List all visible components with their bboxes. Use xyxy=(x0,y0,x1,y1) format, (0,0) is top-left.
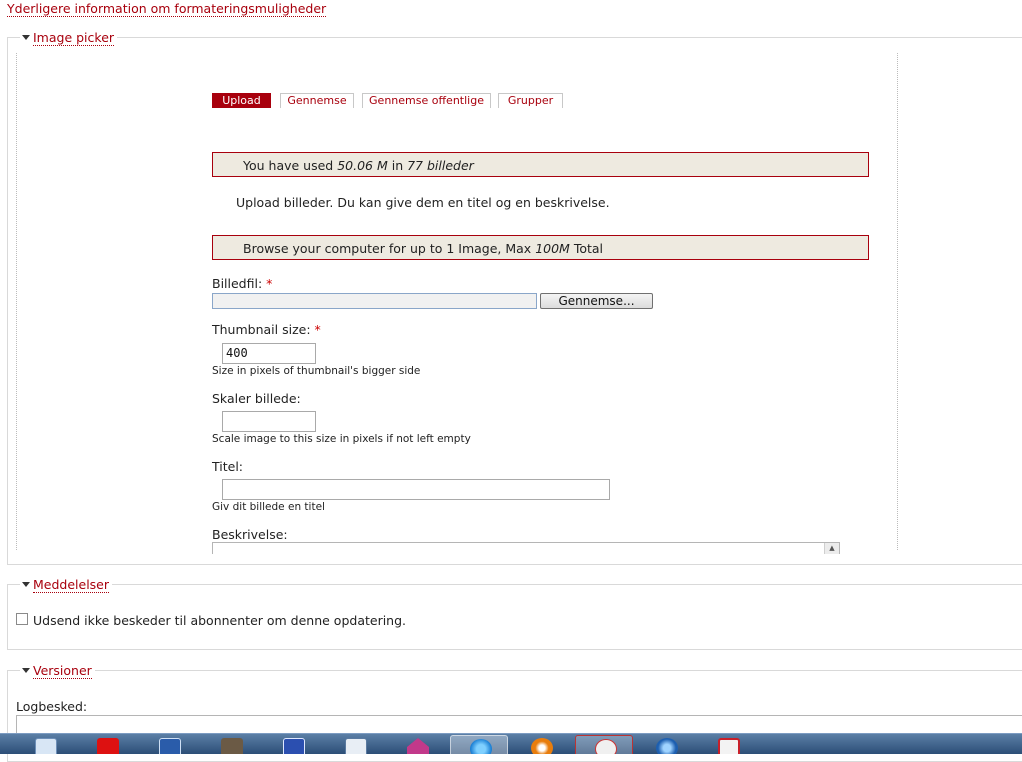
image-picker-legend-text[interactable]: Image picker xyxy=(33,30,115,46)
blender-icon xyxy=(531,738,553,754)
collapse-triangle-icon xyxy=(22,668,30,673)
scale-image-input[interactable] xyxy=(222,411,316,432)
scale-image-description: Scale image to this size in pixels if no… xyxy=(212,433,471,445)
taskbar-button-control-panel[interactable] xyxy=(264,735,322,754)
tab-gennemse-offentlige[interactable]: Gennemse offentlige xyxy=(362,93,491,108)
collapse-triangle-icon xyxy=(22,582,30,587)
paint-icon xyxy=(718,738,740,754)
taskbar-button-tools[interactable] xyxy=(575,735,633,754)
versioner-legend-text[interactable]: Versioner xyxy=(33,663,92,679)
no-notify-checkbox[interactable] xyxy=(16,613,28,625)
taskbar-button-paint[interactable] xyxy=(699,735,757,754)
description-label: Beskrivelse: xyxy=(212,527,288,542)
thumbnail-size-description: Size in pixels of thumbnail's bigger sid… xyxy=(212,365,421,377)
tab-grupper[interactable]: Grupper xyxy=(498,93,563,108)
meddelelser-legend-text[interactable]: Meddelelser xyxy=(33,577,110,593)
title-input[interactable] xyxy=(222,479,610,500)
scroll-up-arrow-icon[interactable]: ▲ xyxy=(824,543,839,554)
description-textarea[interactable]: ▲ xyxy=(212,542,840,554)
taskbar-button-td[interactable] xyxy=(78,735,136,754)
taskbar-button-internet-explorer[interactable] xyxy=(450,735,508,754)
taskbar-button-word[interactable] xyxy=(140,735,198,754)
thumbnail-size-input[interactable]: 400 xyxy=(222,343,316,364)
taskbar-button-network[interactable] xyxy=(326,735,384,754)
upload-intro-text: Upload billeder. Du kan give dem en tite… xyxy=(236,195,610,210)
outlook-icon xyxy=(35,738,57,754)
media-icon xyxy=(656,738,678,754)
word-icon xyxy=(159,738,181,754)
taskbar-button-media[interactable] xyxy=(637,735,695,754)
taskbar-button-outlook[interactable] xyxy=(16,735,74,754)
app-td-icon xyxy=(97,738,119,754)
scale-image-label: Skaler billede: xyxy=(212,391,301,406)
taskbar-button-house[interactable] xyxy=(388,735,446,754)
title-label: Titel: xyxy=(212,459,243,474)
tab-gennemse[interactable]: Gennemse xyxy=(280,93,354,108)
no-notify-checkbox-label[interactable]: Udsend ikke beskeder til abonnenter om d… xyxy=(33,613,406,629)
internet-explorer-icon xyxy=(470,739,492,754)
file-input[interactable] xyxy=(212,293,537,309)
image-picker-legend[interactable]: Image picker xyxy=(20,30,118,46)
network-icon xyxy=(345,738,367,754)
browse-file-button[interactable]: Gennemse... xyxy=(540,293,653,309)
usage-message: You have used 50.06 M in 77 billeder xyxy=(212,152,869,177)
app-tools-icon xyxy=(595,739,617,754)
log-message-textarea[interactable] xyxy=(16,715,1022,733)
gimp-icon xyxy=(221,738,243,754)
thumbnail-size-label: Thumbnail size: * xyxy=(212,322,321,337)
collapse-triangle-icon xyxy=(22,35,30,40)
house-icon xyxy=(407,738,429,754)
windows-taskbar xyxy=(0,733,1022,754)
tab-upload[interactable]: Upload xyxy=(212,93,271,108)
taskbar-button-blender[interactable] xyxy=(512,735,570,754)
formatting-info-link[interactable]: Yderligere information om formateringsmu… xyxy=(7,1,327,17)
control-panel-icon xyxy=(283,738,305,754)
browse-info-message: Browse your computer for up to 1 Image, … xyxy=(212,235,869,260)
versioner-legend[interactable]: Versioner xyxy=(20,663,95,679)
log-message-label: Logbesked: xyxy=(16,699,88,714)
meddelelser-legend[interactable]: Meddelelser xyxy=(20,577,113,593)
title-description: Giv dit billede en titel xyxy=(212,501,325,513)
taskbar-button-gimp[interactable] xyxy=(202,735,260,754)
file-label: Billedfil: * xyxy=(212,276,273,291)
